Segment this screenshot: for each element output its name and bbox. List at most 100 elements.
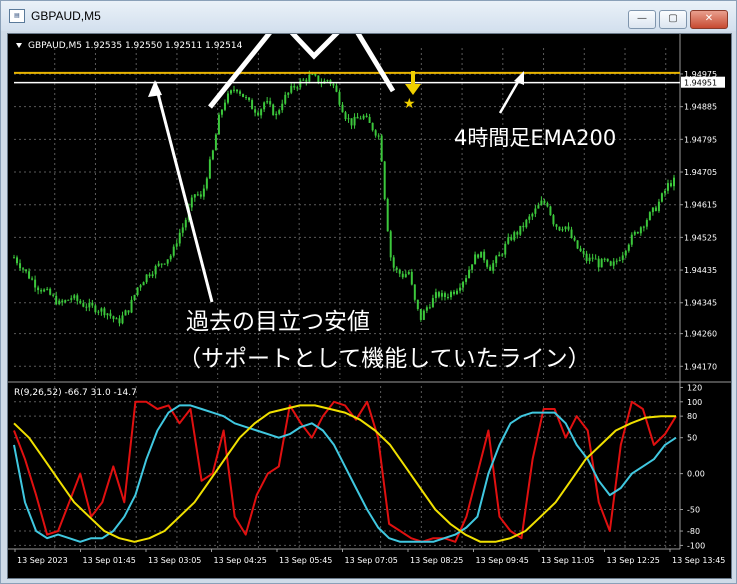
chart-canvas[interactable]: 1.94951 1.949751.948851.947951.947051.94… bbox=[8, 34, 731, 578]
candle bbox=[371, 122, 374, 132]
candle bbox=[673, 174, 675, 191]
candle-body bbox=[428, 307, 431, 309]
candle-body bbox=[37, 287, 40, 291]
candle-body bbox=[67, 299, 70, 301]
candle bbox=[214, 133, 217, 151]
candle-body bbox=[326, 80, 329, 82]
horizontal-lines: 1.94951 bbox=[14, 71, 725, 88]
candle bbox=[471, 264, 474, 274]
candle bbox=[359, 115, 362, 120]
candle bbox=[13, 254, 15, 259]
candle-body bbox=[133, 294, 136, 300]
candle-body bbox=[233, 89, 235, 91]
candle-body bbox=[106, 313, 109, 316]
candle-body bbox=[501, 254, 504, 256]
candle bbox=[55, 291, 58, 306]
candle-body bbox=[196, 194, 199, 196]
time-tick-label: 13 Sep 2023 bbox=[17, 556, 68, 565]
minimize-button[interactable]: — bbox=[628, 10, 656, 29]
title-bar[interactable]: ▤ GBPAUD,M5 — ▢ ✕ bbox=[1, 1, 736, 31]
candle-body bbox=[142, 282, 145, 286]
candle bbox=[630, 232, 633, 247]
candle bbox=[525, 218, 528, 229]
candle bbox=[368, 113, 371, 124]
candle bbox=[468, 266, 471, 279]
candle-body bbox=[597, 258, 600, 268]
candle bbox=[492, 260, 495, 274]
candle-body bbox=[552, 215, 555, 225]
chart-menu-triangle-icon bbox=[16, 43, 22, 48]
candle bbox=[636, 231, 639, 235]
candle bbox=[573, 235, 576, 242]
candle-body bbox=[115, 318, 118, 320]
candle bbox=[531, 212, 534, 221]
candle bbox=[76, 293, 79, 305]
candle bbox=[139, 283, 142, 291]
candle-body bbox=[456, 290, 459, 294]
candle-body bbox=[302, 79, 305, 81]
price-tick-label: 1.94885 bbox=[684, 103, 717, 112]
candle bbox=[67, 299, 70, 301]
candle bbox=[257, 110, 260, 117]
candle bbox=[100, 307, 103, 316]
candle bbox=[305, 78, 308, 86]
time-tick-label: 13 Sep 07:05 bbox=[345, 556, 398, 565]
candle bbox=[190, 194, 193, 212]
candle-body bbox=[217, 114, 220, 135]
candle-body bbox=[585, 253, 588, 261]
candle-body bbox=[70, 298, 73, 300]
candle-body bbox=[573, 237, 576, 241]
time-tick-label: 13 Sep 03:05 bbox=[148, 556, 201, 565]
candle-body bbox=[199, 194, 202, 197]
candle bbox=[97, 309, 100, 316]
candle-body bbox=[459, 287, 462, 291]
candle-body bbox=[178, 232, 181, 244]
candle-body bbox=[389, 231, 392, 258]
candle bbox=[603, 257, 606, 263]
candle-body bbox=[350, 118, 353, 126]
close-button[interactable]: ✕ bbox=[690, 10, 728, 29]
candle bbox=[157, 260, 160, 268]
candle bbox=[34, 275, 37, 292]
candle bbox=[31, 276, 34, 281]
candle-body bbox=[73, 295, 76, 299]
time-tick-label: 13 Sep 09:45 bbox=[476, 556, 529, 565]
candle bbox=[510, 234, 513, 242]
candle bbox=[374, 129, 377, 138]
candle bbox=[43, 288, 46, 293]
candle-body bbox=[239, 91, 242, 94]
candle-body bbox=[82, 303, 85, 307]
candle bbox=[121, 311, 124, 325]
indicator-tick-label: 0.00 bbox=[687, 470, 705, 479]
chart-area[interactable]: 1.94951 1.94975 1.94885 1.94795 1.94705 1.94… bbox=[7, 33, 732, 579]
candle-body bbox=[588, 257, 591, 261]
candle bbox=[130, 296, 133, 314]
candle bbox=[266, 97, 269, 105]
candle-body bbox=[465, 278, 468, 282]
candle-body bbox=[22, 268, 25, 270]
candle-body bbox=[477, 254, 480, 258]
candle-body bbox=[193, 194, 196, 198]
price-label: 1.94951 bbox=[684, 79, 717, 88]
candle bbox=[88, 298, 91, 312]
candle-body bbox=[468, 269, 471, 279]
time-tick-label: 13 Sep 04:25 bbox=[214, 556, 267, 565]
candle bbox=[127, 310, 130, 315]
candle bbox=[627, 243, 630, 253]
candle bbox=[395, 266, 398, 273]
candle-body bbox=[169, 255, 172, 260]
candle-body bbox=[486, 260, 489, 267]
candle bbox=[434, 288, 437, 303]
price-tick-label: 1.94705 bbox=[684, 168, 717, 177]
candle-body bbox=[498, 254, 501, 257]
candle-body bbox=[109, 313, 112, 317]
candle-body bbox=[443, 293, 446, 298]
candle-body bbox=[148, 274, 151, 277]
price-tick-label: 1.94525 bbox=[684, 233, 717, 242]
candle-body bbox=[546, 203, 549, 207]
candle-body bbox=[407, 271, 410, 275]
candle-body bbox=[314, 73, 317, 76]
maximize-button[interactable]: ▢ bbox=[659, 10, 687, 29]
candle bbox=[431, 294, 434, 308]
candle bbox=[389, 229, 392, 261]
